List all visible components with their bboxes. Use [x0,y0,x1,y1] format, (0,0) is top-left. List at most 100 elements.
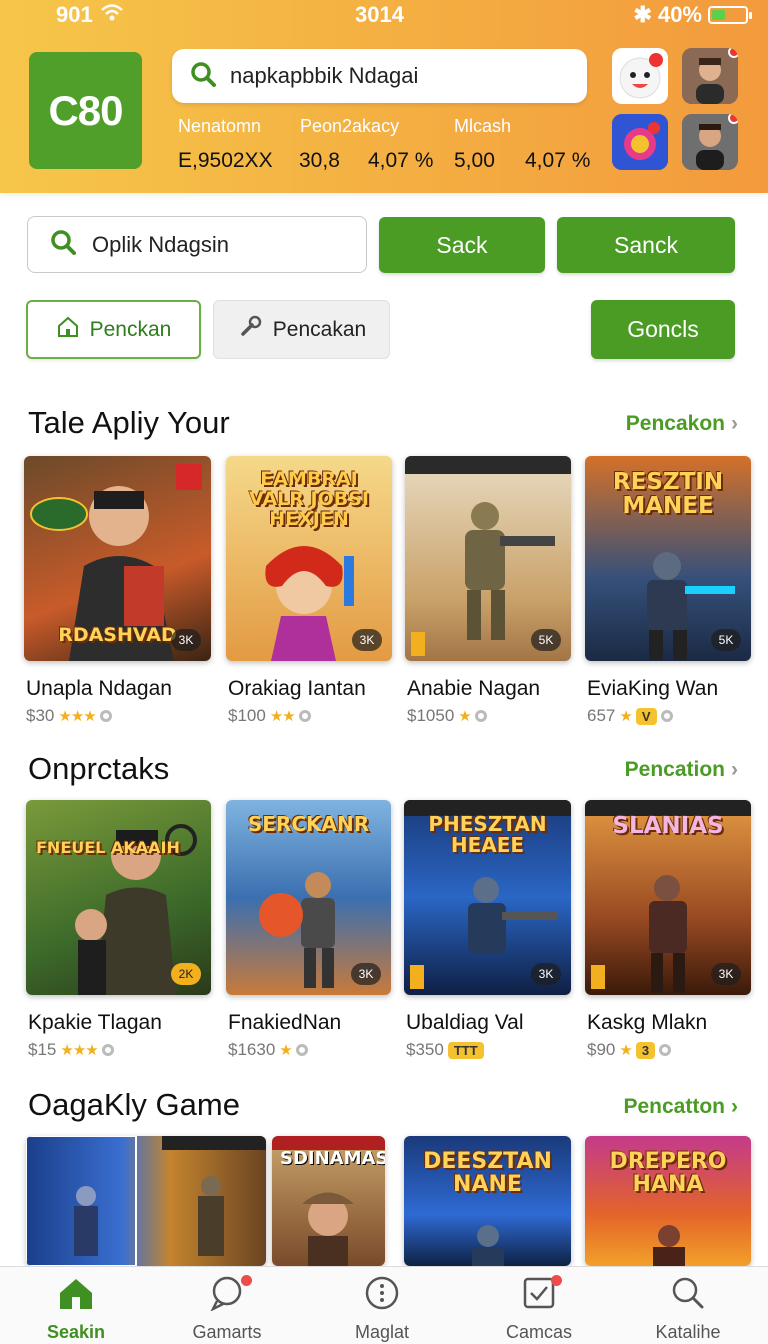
home-icon [56,315,80,345]
wrench-icon [237,314,263,346]
game-price-row: $350 TTT [406,1040,484,1060]
cover-title: FNEUEL AKAAIH [36,838,180,857]
friend-avatar[interactable] [682,114,738,170]
age-badge: 5K [711,629,741,651]
chip-label: Pencakan [272,317,367,341]
mascot-avatar[interactable] [612,48,668,104]
section-see-all-link[interactable]: Pencakon › [626,412,738,436]
game-price: 657 [587,706,616,725]
filter-chip-home[interactable]: Penckan [26,300,201,359]
app-header: 901 3014 ✱ 40% C80 napkapbbik Ndagai Nen… [0,0,768,193]
game-price: $30 [26,706,55,725]
game-price: $90 [587,1040,616,1059]
game-name: Unapla Ndagan [26,677,172,700]
user-avatar[interactable] [682,48,738,104]
nav-item-search[interactable]: Katalihe [628,1275,748,1342]
search-input[interactable]: Oplik Ndagsin [27,216,367,273]
game-price-row: $90 ★ 3 [587,1040,672,1060]
goals-button[interactable]: Goncls [591,300,735,359]
game-price: $1050 [407,706,455,725]
secondary-search-button[interactable]: Sanck [557,217,735,273]
game-name: Ubaldiag Val [406,1011,524,1034]
game-cover: SLANIAS 3K [585,800,751,995]
signal-text: 901 [56,2,93,27]
bottom-navigation: Seakin Gamarts Maglat Camcas Katalihe [0,1266,768,1344]
chevron-right-icon: › [731,758,738,781]
game-price: $15 [28,1040,57,1059]
option-ring-icon [101,1044,114,1056]
header-search-bar[interactable]: napkapbbik Ndagai [172,49,587,103]
nav-item-more[interactable]: Maglat [322,1275,442,1342]
game-name: FnakiedNan [228,1011,342,1034]
status-time: 3014 [355,2,404,27]
game-price: $100 [228,706,266,725]
metric-value: 4,07 % [368,149,434,172]
cover-title: DREPERO HANA [609,1149,727,1198]
rating-stars: ★ [619,1042,632,1059]
game-cover [26,1136,266,1266]
nav-label: Seakin [46,1322,106,1342]
search-input-value: Oplik Ndagsin [92,231,229,257]
game-price-row: $1630 ★ [228,1040,308,1060]
rating-stars: ★★ [269,708,296,725]
header-metrics: Nenatomn Peon2akacy Mlcash E,9502XX 30,8… [178,114,598,184]
wifi-icon [100,2,123,28]
game-price-row: $100 ★★ [228,706,311,726]
option-ring-icon [99,710,112,722]
nav-label: Camcas [505,1322,572,1342]
nav-label: Maglat [354,1322,410,1342]
game-cover: PHESZTAN HEAEE 3K [404,800,571,995]
search-icon [668,1275,708,1316]
home-icon [56,1275,96,1316]
game-cover: 5K [405,456,571,661]
game-cover: RDASHVAD 3K [24,456,211,661]
age-badge: 2K [171,963,201,985]
game-cover: DEESZTAN NANE [404,1136,571,1266]
option-ring-icon [474,710,487,722]
chevron-right-icon: › [731,1095,738,1118]
battery-icon [708,6,752,24]
rating-stars: ★ [279,1042,292,1059]
game-cover: EAMBRAI VALR JOBSI HEXJEN 3K [226,456,392,661]
game-name: Orakiag Iantan [228,677,366,700]
chip-label: Penckan [89,317,172,341]
filter-chip-tools[interactable]: Pencakan [213,300,390,359]
chevron-right-icon: › [731,412,738,435]
metric-label: Peon2akacy [300,116,400,136]
game-price-row: $15 ★★★ [28,1040,114,1060]
game-price: $1630 [228,1040,276,1059]
age-badge: 3K [531,963,561,985]
battery-percent: 40% [657,2,702,27]
rating-stars: ★★★ [58,708,96,725]
nav-item-home[interactable]: Seakin [16,1275,136,1342]
metric-label: Mlcash [454,116,512,136]
nav-label: Gamarts [192,1322,262,1342]
logo-text: C80 [48,86,123,134]
more-icon [362,1275,402,1316]
cover-title: SLANIAS [612,813,724,839]
metric-value: 30,8 [299,149,340,172]
nav-label: Katalihe [655,1322,721,1342]
cover-title: SERCKANR [247,812,370,836]
notification-dot [551,1275,562,1286]
nav-item-games[interactable]: Gamarts [167,1275,287,1342]
game-cover: FNEUEL AKAAIH 2K [26,800,211,995]
age-badge: 5K [531,629,561,651]
metric-value: 4,07 % [525,149,591,172]
game-app-avatar[interactable] [612,114,668,170]
metric-value: E,9502XX [178,149,273,172]
section-see-all-link[interactable]: Pencation › [625,758,738,782]
nav-item-tasks[interactable]: Camcas [479,1275,599,1342]
option-ring-icon [660,710,673,722]
section-title: Tale Apliy Your [28,405,230,440]
header-search-text: napkapbbik Ndagai [230,63,419,88]
cover-title: EAMBRAI VALR JOBSI HEXJEN [249,468,369,530]
search-button[interactable]: Sack [379,217,545,273]
rating-stars: ★ [619,708,632,725]
option-ring-icon [298,710,311,722]
cover-title: RESZTIN MANEE [612,469,724,520]
age-badge: 3K [711,963,741,985]
app-logo[interactable]: C80 [29,52,142,169]
section-see-all-link[interactable]: Pencatton › [623,1095,738,1119]
rating-stars: ★★★ [60,1042,98,1059]
